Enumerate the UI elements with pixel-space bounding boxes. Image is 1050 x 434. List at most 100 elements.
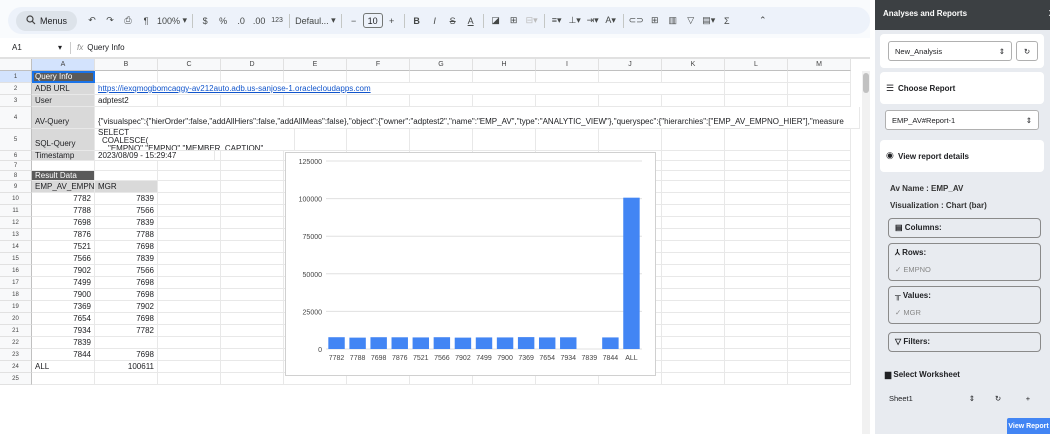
row-header[interactable]: 17 (0, 277, 32, 289)
grid-cell[interactable] (725, 71, 788, 83)
result-data-cell[interactable]: Result Data (32, 171, 95, 181)
grid-cell[interactable] (536, 95, 599, 107)
bar[interactable] (538, 337, 556, 349)
borders-icon[interactable]: ⊞ (505, 11, 523, 31)
result-cell[interactable]: 7788 (32, 205, 95, 217)
report-select[interactable]: EMP_AV#Report-1 ⇕ (885, 110, 1039, 130)
row-header[interactable]: 1 (0, 71, 32, 83)
grid-cell[interactable] (221, 289, 284, 301)
bar[interactable] (412, 337, 430, 349)
grid-cell[interactable] (788, 349, 851, 361)
filters-field[interactable]: ▽ Filters: (888, 332, 1041, 352)
grid-cell[interactable] (788, 95, 851, 107)
worksheet-select[interactable]: Sheet1 ⇕ (883, 388, 981, 408)
query-info-cell[interactable]: Query Info (32, 71, 95, 83)
grid-cell[interactable] (788, 83, 851, 95)
timestamp-cell[interactable]: 2023/08/09 - 15:29:47 (95, 151, 215, 161)
bar[interactable] (370, 337, 387, 349)
grid-cell[interactable] (788, 193, 851, 205)
result-cell[interactable]: 7698 (95, 277, 158, 289)
result-cell[interactable]: 7902 (32, 265, 95, 277)
grid-cell[interactable] (158, 71, 221, 83)
bar[interactable] (496, 337, 514, 349)
grid-cell[interactable] (221, 277, 284, 289)
grid-cell[interactable] (662, 289, 725, 301)
result-cell[interactable]: 7566 (32, 253, 95, 265)
grid-cell[interactable] (725, 361, 788, 373)
grid-cell[interactable] (221, 171, 284, 181)
grid-cell[interactable] (158, 289, 221, 301)
grid-cell[interactable] (725, 313, 788, 325)
decrease-font-button[interactable]: − (345, 11, 363, 31)
grid-cell[interactable] (725, 129, 788, 151)
row-header[interactable]: 18 (0, 289, 32, 301)
grid-cell[interactable] (725, 217, 788, 229)
bold-button[interactable]: B (408, 11, 426, 31)
row-header[interactable]: 25 (0, 373, 32, 385)
result-col2-header[interactable]: MGR (95, 181, 158, 193)
grid-cell[interactable] (662, 265, 725, 277)
grid-cell[interactable] (599, 129, 662, 151)
result-cell[interactable]: 7698 (95, 313, 158, 325)
grid-cell[interactable] (347, 129, 410, 151)
increase-font-button[interactable]: + (383, 11, 401, 31)
name-box[interactable]: A1 ▾ (0, 43, 70, 52)
row-header[interactable]: 8 (0, 171, 32, 181)
grid-cell[interactable] (158, 171, 221, 181)
grid-cell[interactable] (725, 95, 788, 107)
filter-icon[interactable]: ▽ (682, 11, 700, 31)
more-formats-button[interactable]: 123 (268, 11, 286, 31)
row-header[interactable]: 24 (0, 361, 32, 373)
grid-cell[interactable] (221, 349, 284, 361)
grid-cell[interactable] (158, 205, 221, 217)
row-header[interactable]: 15 (0, 253, 32, 265)
grid-cell[interactable] (410, 71, 473, 83)
grid-cell[interactable] (662, 161, 725, 171)
row-header[interactable]: 3 (0, 95, 32, 107)
bar[interactable] (560, 337, 577, 349)
grid-cell[interactable] (725, 181, 788, 193)
grid-cell[interactable] (158, 277, 221, 289)
italic-button[interactable]: I (426, 11, 444, 31)
adb-url-cell[interactable]: https://iexqmogbomcaqgy-av212auto.adb.us… (95, 83, 695, 95)
grid-cell[interactable] (221, 361, 284, 373)
row-header[interactable]: 7 (0, 161, 32, 171)
grid-cell[interactable] (473, 71, 536, 83)
row-header[interactable]: 6 (0, 151, 32, 161)
undo-icon[interactable]: ↶ (83, 11, 101, 31)
result-cell[interactable]: 7698 (95, 349, 158, 361)
rows-field[interactable]: ⅄ Rows: ✓ EMPNO (888, 243, 1041, 281)
bar[interactable] (328, 337, 345, 349)
grid-cell[interactable] (725, 349, 788, 361)
menus-button[interactable]: Menus (16, 10, 78, 31)
grid-cell[interactable] (599, 71, 662, 83)
grid-cell[interactable] (221, 241, 284, 253)
grid-cell[interactable] (725, 241, 788, 253)
functions-icon[interactable]: Σ (718, 11, 736, 31)
grid-cell[interactable] (725, 229, 788, 241)
grid-cell[interactable] (662, 151, 725, 161)
bar[interactable] (454, 337, 472, 349)
grid-cell[interactable] (347, 71, 410, 83)
grid-cell[interactable] (725, 289, 788, 301)
bar[interactable] (349, 337, 366, 349)
increase-decimal-button[interactable]: .00 (250, 11, 268, 31)
text-color-button[interactable]: A (462, 11, 480, 31)
grid-cell[interactable] (662, 349, 725, 361)
grid-cell[interactable] (788, 253, 851, 265)
grid-cell[interactable] (32, 161, 95, 171)
currency-button[interactable]: $ (196, 11, 214, 31)
grid-cell[interactable] (788, 301, 851, 313)
grid-cell[interactable] (788, 217, 851, 229)
scrollbar-thumb[interactable] (863, 73, 869, 93)
grid-cell[interactable] (158, 95, 221, 107)
av-query-label-cell[interactable]: AV-Query (32, 107, 95, 129)
result-cell[interactable]: 7499 (32, 277, 95, 289)
grid-cell[interactable] (788, 181, 851, 193)
result-cell[interactable]: 7566 (95, 205, 158, 217)
grid-cell[interactable] (662, 241, 725, 253)
sql-query-label-cell[interactable]: SQL-Query (32, 129, 95, 151)
column-header[interactable]: C (158, 59, 221, 71)
result-cell[interactable]: 7654 (32, 313, 95, 325)
values-field[interactable]: ╥ Values: ✓ MGR (888, 286, 1041, 324)
